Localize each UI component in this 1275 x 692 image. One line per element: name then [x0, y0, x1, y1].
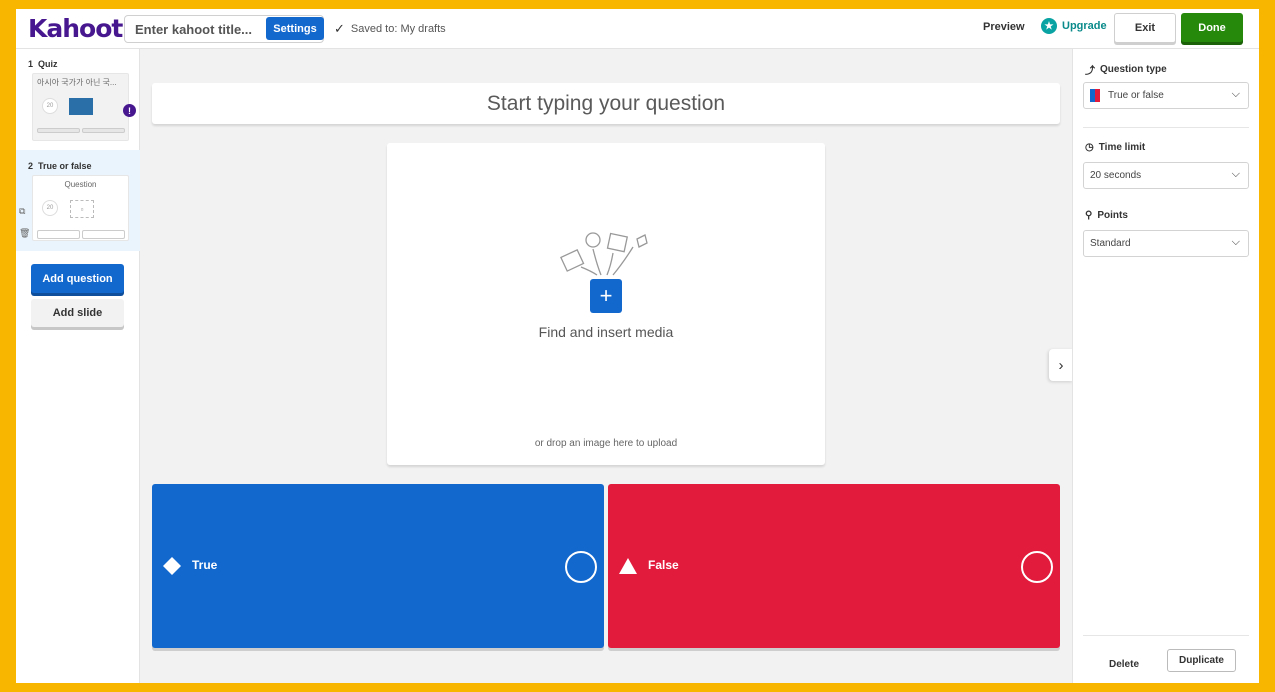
slide-item-1[interactable]: 1 Quiz 아시아 국가가 아닌 국... 20 !	[16, 54, 140, 149]
medal-icon: ⚲	[1085, 210, 1093, 221]
save-status: ✓ Saved to: My drafts	[334, 21, 446, 37]
thumb-timer: 20	[42, 98, 58, 114]
points-label: Points	[1097, 210, 1128, 221]
question-type-select[interactable]: True or false ⌵	[1083, 82, 1249, 109]
slide-thumbnail[interactable]: Question 20 ▫	[32, 175, 129, 241]
duplicate-icon[interactable]: ⧉	[19, 206, 25, 217]
insert-media-button[interactable]: +	[590, 279, 622, 313]
add-slide-button[interactable]: Add slide	[31, 299, 124, 327]
answer-true[interactable]: True	[152, 484, 604, 648]
answer-label: True	[192, 558, 218, 572]
time-limit-value: 20 seconds	[1090, 170, 1142, 181]
collapse-panel-button[interactable]: ›	[1049, 349, 1073, 381]
time-limit-select[interactable]: 20 seconds ⌵	[1083, 162, 1249, 189]
thumb-timer: 20	[42, 200, 58, 216]
preview-button[interactable]: Preview	[983, 21, 1025, 33]
time-limit-heading: ◷ Time limit	[1085, 142, 1145, 153]
settings-panel: ⤴ Question type True or false ⌵ ◷ Time l…	[1072, 49, 1259, 683]
slide-heading: 1 Quiz	[28, 59, 58, 69]
thumb-answer	[37, 128, 80, 133]
check-icon: ✓	[334, 21, 345, 36]
time-limit-label: Time limit	[1098, 142, 1146, 153]
upgrade-button[interactable]: ★ Upgrade	[1041, 18, 1107, 34]
question-type-heading: ⤴ Question type	[1085, 62, 1167, 77]
chevron-down-icon: ⌵	[1231, 88, 1240, 100]
answer-label: False	[648, 558, 679, 572]
exit-button[interactable]: Exit	[1114, 13, 1176, 43]
add-question-button[interactable]: Add question	[31, 264, 124, 293]
upgrade-label: Upgrade	[1062, 20, 1107, 32]
image-placeholder-icon: ▫	[70, 200, 94, 218]
slide-heading: 2 True or false	[28, 161, 92, 171]
divider	[1083, 635, 1249, 636]
question-type-value: True or false	[1108, 90, 1164, 101]
media-drop-text: or drop an image here to upload	[534, 438, 678, 449]
points-select[interactable]: Standard ⌵	[1083, 230, 1249, 257]
delete-button[interactable]: Delete	[1109, 659, 1139, 670]
media-icons-illustration	[560, 232, 648, 276]
slide-thumbnail[interactable]: 아시아 국가가 아닌 국... 20	[32, 73, 129, 141]
triangle-icon	[619, 558, 637, 574]
slide-type: True or false	[38, 161, 92, 171]
question-input[interactable]: Start typing your question	[152, 83, 1060, 124]
trash-icon[interactable]: 🗑	[19, 228, 30, 239]
answer-false[interactable]: False	[608, 484, 1060, 648]
true-false-icon	[1090, 89, 1100, 102]
slide-sidebar: 1 Quiz 아시아 국가가 아닌 국... 20 ! 2 True or fa…	[16, 49, 140, 683]
thumb-answer	[82, 128, 125, 133]
slide-preview-text: Question	[64, 180, 97, 189]
top-bar: Kahoot! Settings ✓ Saved to: My drafts P…	[16, 9, 1259, 49]
duplicate-button[interactable]: Duplicate	[1167, 649, 1236, 672]
star-icon: ★	[1041, 18, 1057, 34]
done-button[interactable]: Done	[1181, 13, 1243, 42]
question-type-label: Question type	[1100, 64, 1167, 75]
thumb-answer	[37, 230, 80, 239]
correct-answer-toggle[interactable]	[565, 551, 597, 583]
points-value: Standard	[1090, 238, 1131, 249]
points-heading: ⚲ Points	[1085, 210, 1128, 221]
correct-answer-toggle[interactable]	[1021, 551, 1053, 583]
media-drop-area[interactable]: + Find and insert media or drop an image…	[387, 143, 825, 465]
shuffle-icon: ⤴	[1085, 66, 1095, 77]
slide-type: Quiz	[38, 59, 58, 69]
warning-icon[interactable]: !	[123, 104, 136, 117]
slide-item-2[interactable]: 2 True or false Question 20 ▫ ⧉ 🗑	[16, 150, 140, 251]
settings-button[interactable]: Settings	[266, 17, 324, 40]
divider	[1083, 127, 1249, 128]
chevron-down-icon: ⌵	[1231, 168, 1240, 180]
chevron-down-icon: ⌵	[1231, 236, 1240, 248]
app-frame: Kahoot! Settings ✓ Saved to: My drafts P…	[16, 9, 1259, 683]
kahoot-logo[interactable]: Kahoot!	[28, 14, 134, 43]
clock-icon: ◷	[1085, 142, 1094, 153]
media-label: Find and insert media	[538, 324, 674, 340]
slide-number: 1	[28, 59, 34, 69]
thumb-answer	[82, 230, 125, 239]
slide-preview-text: 아시아 국가가 아닌 국...	[37, 78, 117, 87]
slide-number: 2	[28, 161, 34, 171]
save-status-text: Saved to: My drafts	[350, 23, 446, 35]
diamond-icon	[163, 557, 181, 575]
thumb-image	[69, 98, 93, 115]
